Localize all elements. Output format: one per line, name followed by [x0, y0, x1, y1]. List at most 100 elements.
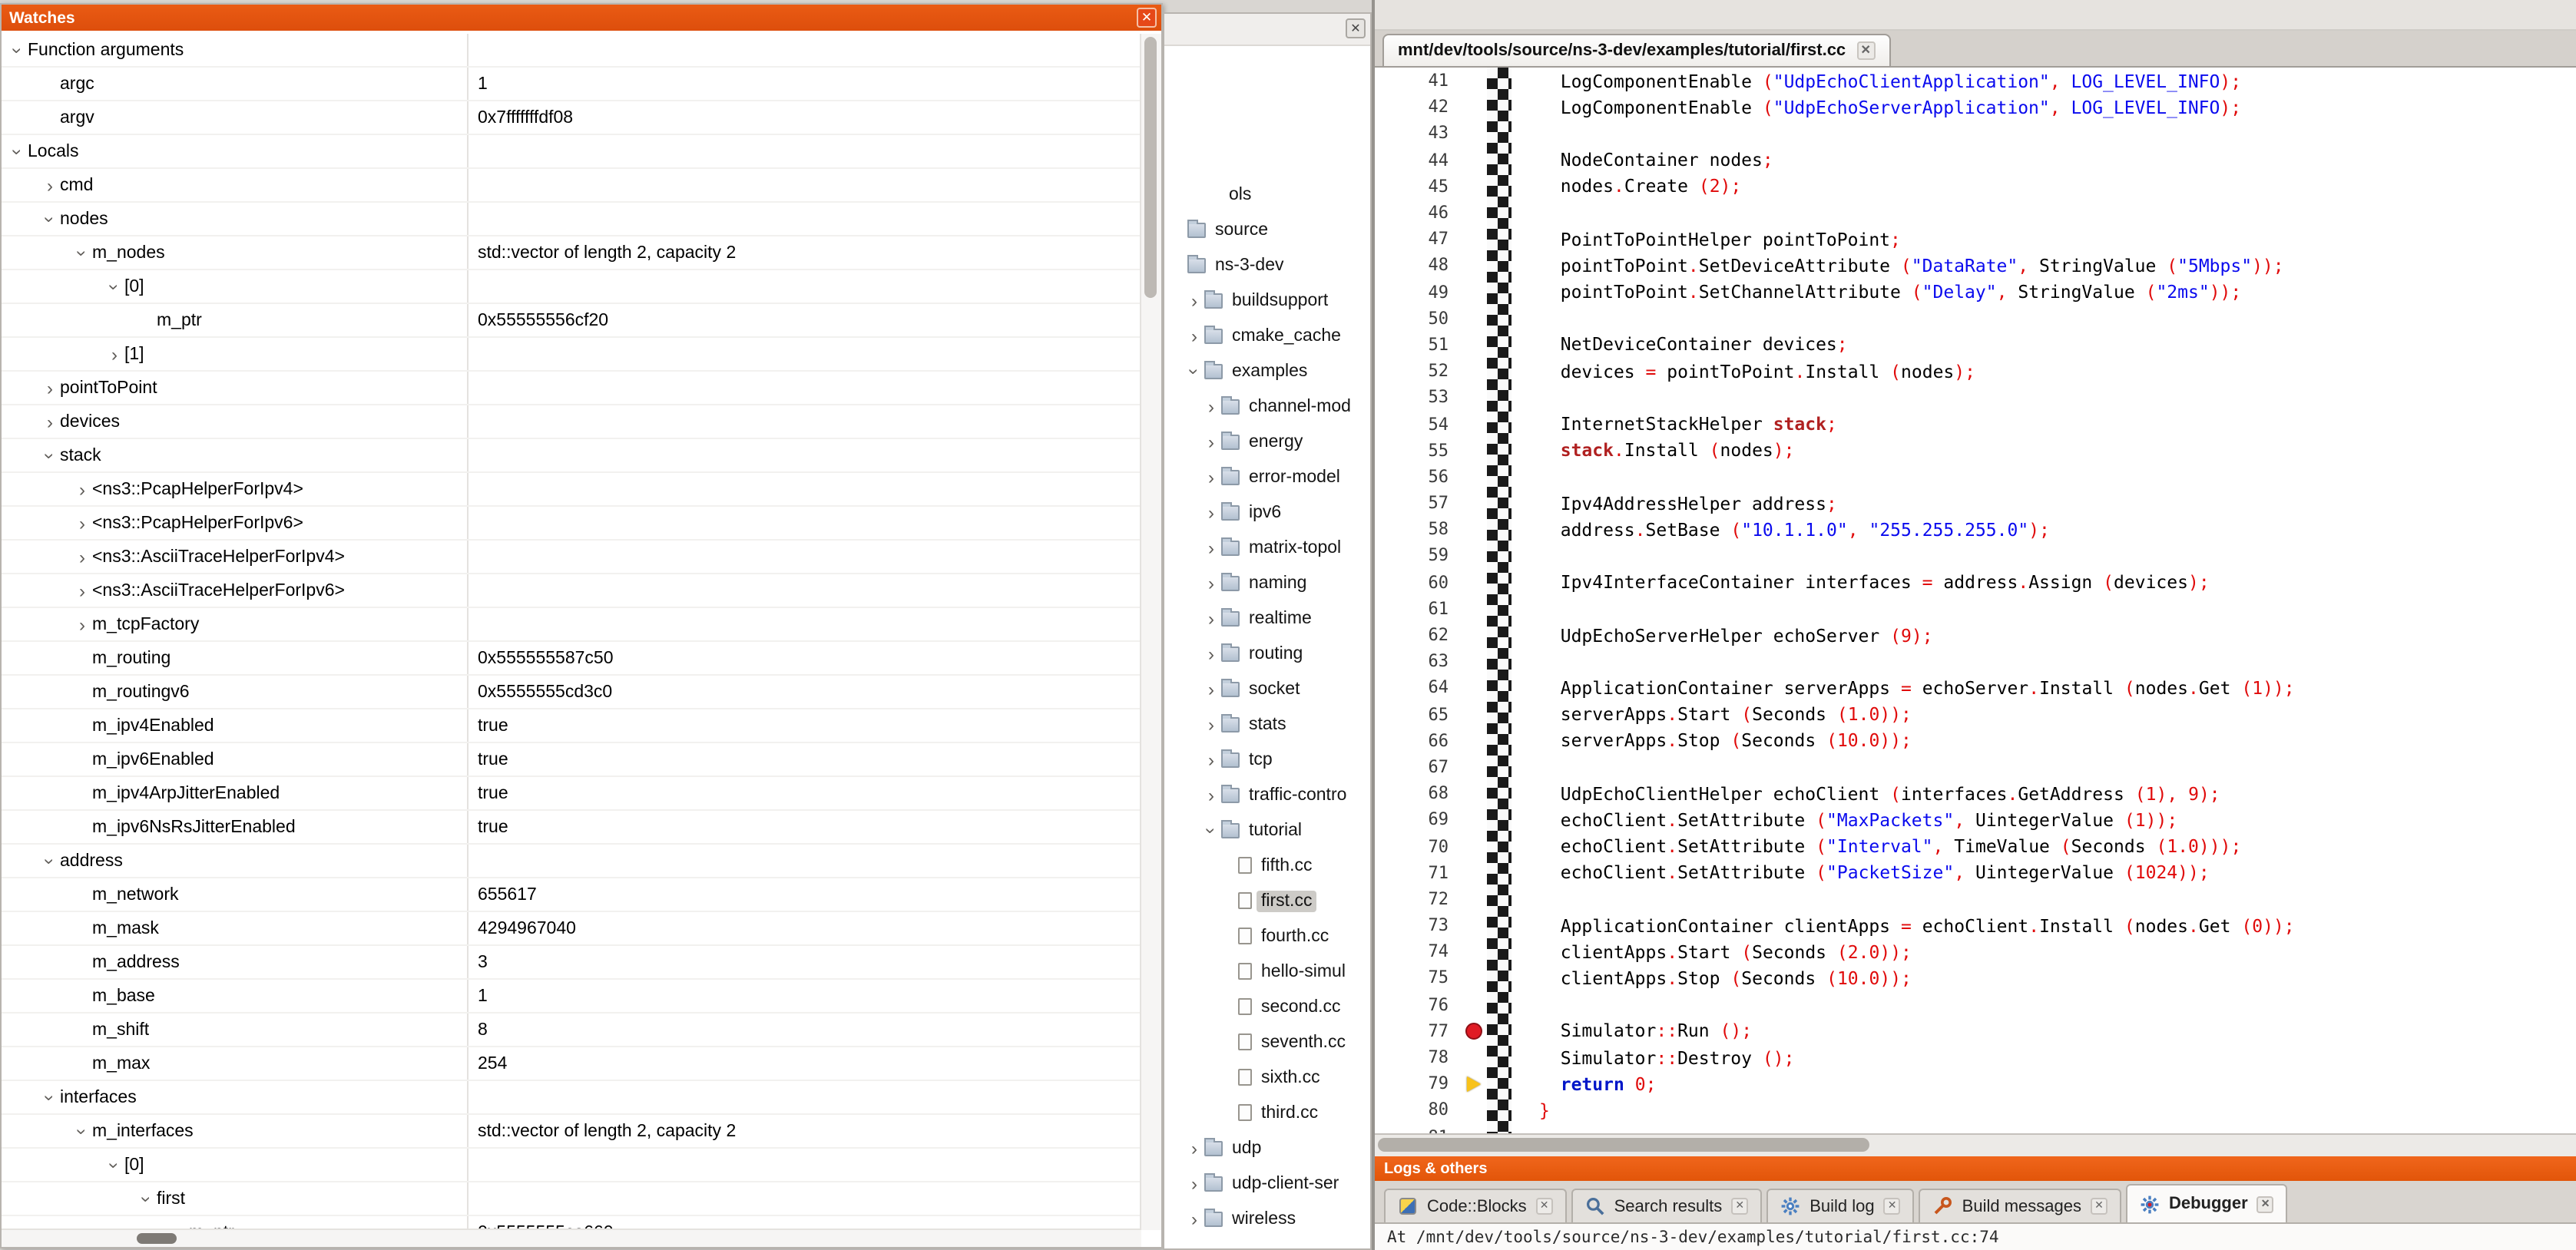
code-text[interactable]: address.SetBase ("10.1.1.0", "255.255.25…	[1539, 519, 2050, 541]
line-number[interactable]: 56	[1375, 467, 1459, 487]
watch-row[interactable]: ›Locals	[2, 135, 1161, 169]
code-text[interactable]: pointToPoint.SetChannelAttribute ("Delay…	[1539, 281, 2241, 303]
tab-close-icon[interactable]: ✕	[1731, 1198, 1748, 1215]
line-number[interactable]: 66	[1375, 731, 1459, 751]
line-number[interactable]: 67	[1375, 757, 1459, 777]
tree-item[interactable]: ›traffic-contro	[1164, 777, 1370, 812]
line-number[interactable]: 53	[1375, 388, 1459, 408]
code-text[interactable]: LogComponentEnable ("UdpEchoServerApplic…	[1539, 97, 2241, 118]
scrollbar-thumb[interactable]	[137, 1233, 177, 1244]
code-line[interactable]: 42 LogComponentEnable ("UdpEchoServerApp…	[1375, 94, 2576, 120]
expander-closed-icon[interactable]: ›	[104, 345, 124, 363]
tree-item[interactable]: ›sixth.cc	[1164, 1060, 1370, 1095]
watch-row[interactable]: ›<ns3::AsciiTraceHelperForIpv4>	[2, 541, 1161, 574]
expander-closed-icon[interactable]: ›	[1201, 468, 1221, 486]
code-text[interactable]: stack.Install (nodes);	[1539, 439, 1795, 461]
tree-item[interactable]: ›tcp	[1164, 742, 1370, 777]
line-number[interactable]: 58	[1375, 520, 1459, 540]
line-number[interactable]: 60	[1375, 572, 1459, 592]
code-line[interactable]: 57 Ipv4AddressHelper address;	[1375, 490, 2576, 516]
expander-closed-icon[interactable]: ›	[1201, 750, 1221, 769]
expander-open-icon[interactable]: ›	[41, 209, 59, 229]
watch-row[interactable]: ›<ns3::PcapHelperForIpv6>	[2, 507, 1161, 541]
line-number[interactable]: 79	[1375, 1073, 1459, 1093]
expander-open-icon[interactable]: ›	[105, 1155, 124, 1175]
code-line[interactable]: 65 serverApps.Start (Seconds (1.0));	[1375, 701, 2576, 727]
expander-open-icon[interactable]: ›	[41, 445, 59, 465]
code-line[interactable]: 51 NetDeviceContainer devices;	[1375, 332, 2576, 358]
line-number[interactable]: 43	[1375, 124, 1459, 144]
code-line[interactable]: 53	[1375, 385, 2576, 411]
tree-item[interactable]: ›socket	[1164, 671, 1370, 706]
line-number[interactable]: 54	[1375, 414, 1459, 434]
code-line[interactable]: 61	[1375, 596, 2576, 622]
code-line[interactable]: 62 UdpEchoServerHelper echoServer (9);	[1375, 622, 2576, 648]
tab-close-icon[interactable]: ✕	[1884, 1198, 1901, 1215]
watch-row[interactable]: ›argv0x7fffffffdf08	[2, 101, 1161, 135]
tree-item[interactable]: ›ols	[1164, 177, 1370, 212]
tree-item[interactable]: ›fourth.cc	[1164, 918, 1370, 954]
line-number[interactable]: 73	[1375, 915, 1459, 935]
code-line[interactable]: 47 PointToPointHelper pointToPoint;	[1375, 226, 2576, 252]
breakpoint-margin[interactable]	[1459, 1076, 1487, 1091]
expander-open-icon[interactable]: ›	[8, 40, 27, 60]
expander-closed-icon[interactable]: ›	[1184, 1139, 1204, 1157]
logs-panel-header[interactable]: Logs & others	[1375, 1156, 2576, 1181]
expander-open-icon[interactable]: ›	[8, 141, 27, 161]
watches-horizontal-scrollbar[interactable]	[2, 1229, 1141, 1247]
watch-row[interactable]: ›m_ptr0x55555556cf20	[2, 304, 1161, 338]
line-number[interactable]: 59	[1375, 546, 1459, 566]
code-text[interactable]: clientApps.Start (Seconds (2.0));	[1539, 941, 1912, 963]
expander-closed-icon[interactable]: ›	[1201, 715, 1221, 733]
watch-row[interactable]: ›devices	[2, 405, 1161, 439]
line-number[interactable]: 63	[1375, 651, 1459, 671]
watch-row[interactable]: ›nodes	[2, 203, 1161, 236]
tree-item[interactable]: ›error-model	[1164, 459, 1370, 494]
code-area[interactable]: 41 LogComponentEnable ("UdpEchoClientApp…	[1375, 68, 2576, 1133]
code-line[interactable]: 46	[1375, 200, 2576, 226]
expander-closed-icon[interactable]: ›	[72, 514, 92, 532]
watches-vertical-scrollbar[interactable]	[1140, 34, 1161, 1230]
line-number[interactable]: 68	[1375, 783, 1459, 803]
expander-closed-icon[interactable]: ›	[1201, 609, 1221, 627]
code-line[interactable]: 52 devices = pointToPoint.Install (nodes…	[1375, 358, 2576, 384]
expander-closed-icon[interactable]: ›	[1201, 538, 1221, 557]
line-number[interactable]: 46	[1375, 203, 1459, 223]
code-line[interactable]: 78 Simulator::Destroy ();	[1375, 1044, 2576, 1070]
code-line[interactable]: 41 LogComponentEnable ("UdpEchoClientApp…	[1375, 68, 2576, 94]
watch-row[interactable]: ›m_max254	[2, 1047, 1161, 1081]
tree-item[interactable]: ›first.cc	[1164, 883, 1370, 918]
line-number[interactable]: 55	[1375, 440, 1459, 460]
expander-closed-icon[interactable]: ›	[1184, 326, 1204, 345]
line-number[interactable]: 71	[1375, 862, 1459, 882]
tree-item[interactable]: ›energy	[1164, 424, 1370, 459]
line-number[interactable]: 77	[1375, 1021, 1459, 1041]
line-number[interactable]: 49	[1375, 282, 1459, 302]
code-line[interactable]: 73 ApplicationContainer clientApps = ech…	[1375, 912, 2576, 938]
code-line[interactable]: 79 return 0;	[1375, 1070, 2576, 1096]
tree-item[interactable]: ›channel-mod	[1164, 389, 1370, 424]
code-line[interactable]: 66 serverApps.Stop (Seconds (10.0));	[1375, 727, 2576, 753]
watch-row[interactable]: ›m_base1	[2, 980, 1161, 1014]
line-number[interactable]: 57	[1375, 493, 1459, 513]
code-text[interactable]: devices = pointToPoint.Install (nodes);	[1539, 360, 1975, 382]
line-number[interactable]: 64	[1375, 678, 1459, 698]
watch-row[interactable]: ›m_shift8	[2, 1014, 1161, 1047]
tree-item[interactable]: ›matrix-topol	[1164, 530, 1370, 565]
code-text[interactable]: return 0;	[1539, 1073, 1656, 1094]
line-number[interactable]: 76	[1375, 994, 1459, 1014]
tree-item[interactable]: ›source	[1164, 212, 1370, 247]
expander-open-icon[interactable]: ›	[41, 851, 59, 871]
code-text[interactable]: pointToPoint.SetDeviceAttribute ("DataRa…	[1539, 255, 2284, 276]
code-text[interactable]: ApplicationContainer serverApps = echoSe…	[1539, 677, 2295, 699]
watches-close-icon[interactable]: ✕	[1137, 8, 1157, 28]
expander-closed-icon[interactable]: ›	[1201, 432, 1221, 451]
watch-row[interactable]: ›[0]	[2, 270, 1161, 304]
expander-open-icon[interactable]: ›	[73, 243, 91, 263]
tree-item[interactable]: ›examples	[1164, 353, 1370, 389]
line-number[interactable]: 69	[1375, 810, 1459, 830]
expander-open-icon[interactable]: ›	[1185, 361, 1204, 381]
log-tab-build-log[interactable]: Build log✕	[1766, 1189, 1914, 1222]
code-text[interactable]: echoClient.SetAttribute ("Interval", Tim…	[1539, 835, 2241, 857]
expander-open-icon[interactable]: ›	[41, 1087, 59, 1107]
